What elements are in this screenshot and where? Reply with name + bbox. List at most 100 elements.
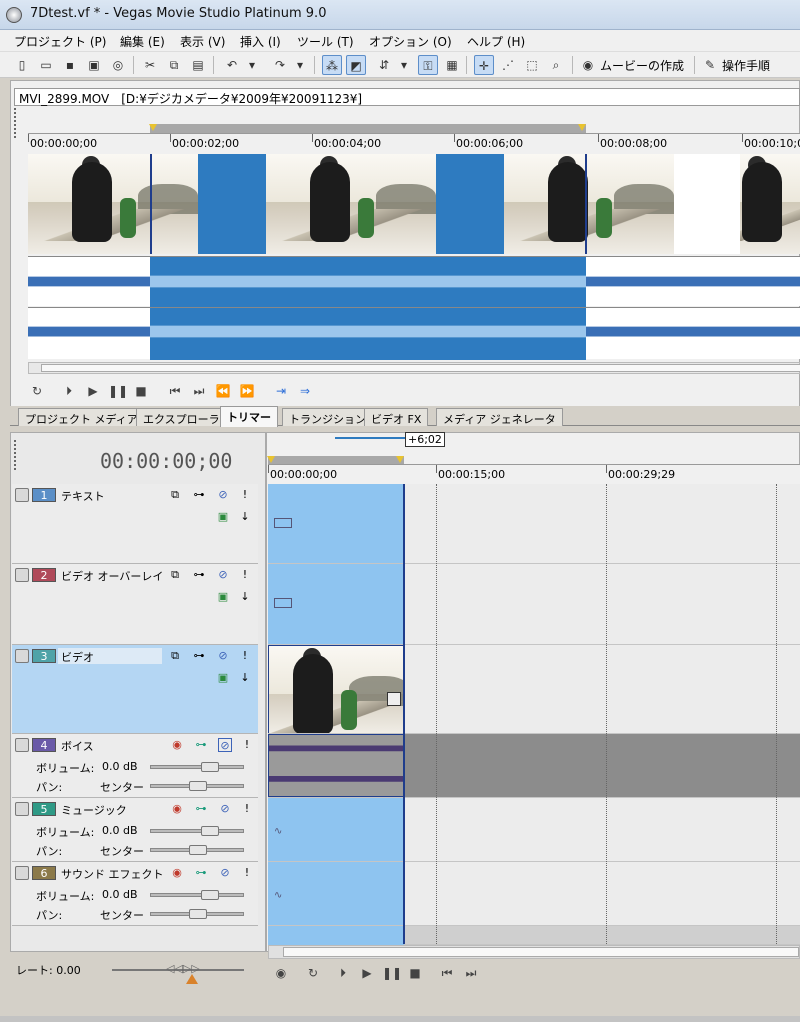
- edit-cursor[interactable]: [403, 484, 405, 944]
- add-to-timeline-icon[interactable]: ⇥: [272, 382, 290, 400]
- tab-video-fx[interactable]: ビデオ FX: [364, 408, 429, 426]
- track-name[interactable]: テキスト: [58, 487, 162, 503]
- tab-transitions[interactable]: トランジション: [282, 408, 373, 426]
- minimize-track-icon[interactable]: [15, 802, 29, 816]
- loop-start-marker[interactable]: [149, 124, 157, 131]
- go-to-start-icon[interactable]: ⏮: [166, 382, 184, 400]
- minimize-track-icon[interactable]: [15, 738, 29, 752]
- pan-slider[interactable]: [150, 909, 244, 919]
- ripple-dropdown-icon[interactable]: ▾: [398, 55, 410, 75]
- track-panel-grip[interactable]: [14, 440, 18, 470]
- tab-explorer[interactable]: エクスプローラ: [136, 408, 227, 426]
- pan-slider[interactable]: [150, 781, 244, 791]
- copy-icon[interactable]: ⧉: [164, 55, 184, 75]
- menu-edit[interactable]: 編集 (E): [120, 33, 165, 50]
- trimmer-horizontal-scrollbar[interactable]: [28, 362, 800, 374]
- loop-playback-icon[interactable]: ↻: [28, 382, 46, 400]
- solo-icon[interactable]: !: [240, 866, 254, 880]
- make-movie-icon[interactable]: ◉: [578, 55, 598, 75]
- fast-forward-icon[interactable]: ⏩: [238, 382, 256, 400]
- arm-record-icon[interactable]: ◉: [170, 738, 184, 752]
- auto-crossfade-icon[interactable]: ◩: [346, 55, 366, 75]
- track-name[interactable]: ビデオ オーバーレイ: [58, 567, 163, 583]
- go-to-end-icon[interactable]: ⏭: [190, 382, 208, 400]
- play-icon[interactable]: ▶: [358, 964, 376, 982]
- snap-icon[interactable]: ⁂: [322, 55, 342, 75]
- composite-parent-icon[interactable]: ⊶: [192, 649, 206, 663]
- trimmer-audio-channel-right[interactable]: [28, 307, 800, 360]
- track-name[interactable]: サウンド エフェクト: [58, 865, 164, 881]
- menu-help[interactable]: ヘルプ (H): [467, 33, 525, 50]
- app-icon[interactable]: [6, 7, 22, 23]
- ignore-grouping-icon[interactable]: ▦: [442, 55, 462, 75]
- track-fx-icon[interactable]: ▣: [216, 671, 230, 685]
- expand-envelope-icon[interactable]: ↓: [238, 671, 252, 685]
- add-to-timeline-end-icon[interactable]: ⇒: [296, 382, 314, 400]
- mute-icon[interactable]: ⊘: [218, 866, 232, 880]
- timeline-track-lane[interactable]: [268, 564, 800, 645]
- undo-icon[interactable]: ↶: [222, 55, 242, 75]
- timeline-track-lane[interactable]: ∿: [268, 862, 800, 926]
- stop-icon[interactable]: ■: [132, 382, 150, 400]
- loop-start-marker[interactable]: [267, 456, 275, 463]
- redo-icon[interactable]: ↷: [270, 55, 290, 75]
- track-name[interactable]: ミュージック: [58, 801, 162, 817]
- track-fx-icon[interactable]: ▣: [216, 510, 230, 524]
- loop-end-marker[interactable]: [396, 456, 404, 463]
- normal-edit-tool-icon[interactable]: ✛: [474, 55, 494, 75]
- pan-slider[interactable]: [150, 845, 244, 855]
- timeline-track-lane[interactable]: ∿: [268, 798, 800, 862]
- trimmer-grip[interactable]: [14, 108, 18, 138]
- track-header[interactable]: 5 ミュージック ◉ ⊶ ⊘ ! ボリューム: 0.0 dB パン: センター: [12, 798, 258, 862]
- selection-tool-icon[interactable]: ⬚: [522, 55, 542, 75]
- solo-icon[interactable]: !: [240, 802, 254, 816]
- track-name[interactable]: ビデオ: [58, 648, 162, 664]
- track-motion-icon[interactable]: ⧉: [168, 649, 182, 663]
- timeline-track-lane[interactable]: [268, 645, 800, 734]
- rate-slider-thumb[interactable]: [186, 974, 198, 984]
- lock-envelopes-icon[interactable]: ⚿: [418, 55, 438, 75]
- timeline-horizontal-scrollbar[interactable]: [268, 945, 800, 959]
- mute-icon[interactable]: ⊘: [216, 649, 230, 663]
- tab-trimmer[interactable]: トリマー: [220, 406, 278, 427]
- trimmer-ruler[interactable]: 00:00:00;00 00:00:02;00 00:00:04;00 00:0…: [28, 133, 800, 155]
- envelope-tool-icon[interactable]: ⋰: [498, 55, 518, 75]
- mute-icon[interactable]: ⊘: [218, 738, 232, 752]
- solo-icon[interactable]: !: [238, 649, 252, 663]
- arm-record-icon[interactable]: ◉: [170, 802, 184, 816]
- track-header[interactable]: 2 ビデオ オーバーレイ ⧉ ⊶ ⊘ ! ▣ ↓: [12, 564, 258, 645]
- audio-event[interactable]: [268, 734, 404, 797]
- make-movie-button[interactable]: ムービーの作成: [600, 57, 684, 74]
- volume-slider-thumb[interactable]: [201, 826, 219, 836]
- track-header[interactable]: 3 ビデオ ⧉ ⊶ ⊘ ! ▣ ↓: [12, 645, 258, 734]
- mute-icon[interactable]: ⊘: [216, 568, 230, 582]
- howto-button[interactable]: 操作手順: [722, 57, 770, 74]
- volume-slider[interactable]: [150, 890, 244, 900]
- redo-dropdown-icon[interactable]: ▾: [294, 55, 306, 75]
- paste-icon[interactable]: ▤: [188, 55, 208, 75]
- track-name[interactable]: ボイス: [58, 737, 162, 753]
- track-header[interactable]: 4 ボイス ◉ ⊶ ⊘ ! ボリューム: 0.0 dB パン: センター: [12, 734, 258, 798]
- volume-slider[interactable]: [150, 826, 244, 836]
- track-motion-icon[interactable]: ⧉: [168, 488, 182, 502]
- timeline-empty-area[interactable]: [268, 926, 800, 945]
- track-fx-icon[interactable]: ⊶: [194, 866, 208, 880]
- loop-playback-icon[interactable]: ↻: [304, 964, 322, 982]
- auto-ripple-icon[interactable]: ⇵: [374, 55, 394, 75]
- trimmer-audio-channel-left[interactable]: [28, 256, 800, 307]
- tab-project-media[interactable]: プロジェクト メディア: [18, 408, 145, 426]
- timeline-ruler[interactable]: 00:00:00;00 00:00:15;00 00:00:29;29: [268, 464, 800, 484]
- pan-slider-thumb[interactable]: [189, 781, 207, 791]
- menu-project[interactable]: プロジェクト (P): [14, 33, 106, 50]
- minimize-track-icon[interactable]: [15, 649, 29, 663]
- pause-icon[interactable]: ❚❚: [382, 964, 402, 982]
- burn-disc-icon[interactable]: ◎: [108, 55, 128, 75]
- timeline-track-lane[interactable]: [268, 484, 800, 564]
- new-file-icon[interactable]: ▯: [12, 55, 32, 75]
- play-icon[interactable]: ▶: [84, 382, 102, 400]
- track-fx-icon[interactable]: ⊶: [194, 802, 208, 816]
- expand-envelope-icon[interactable]: ↓: [238, 510, 252, 524]
- minimize-track-icon[interactable]: [15, 866, 29, 880]
- howto-icon[interactable]: ✎: [700, 55, 720, 75]
- go-to-end-icon[interactable]: ⏭: [462, 964, 480, 982]
